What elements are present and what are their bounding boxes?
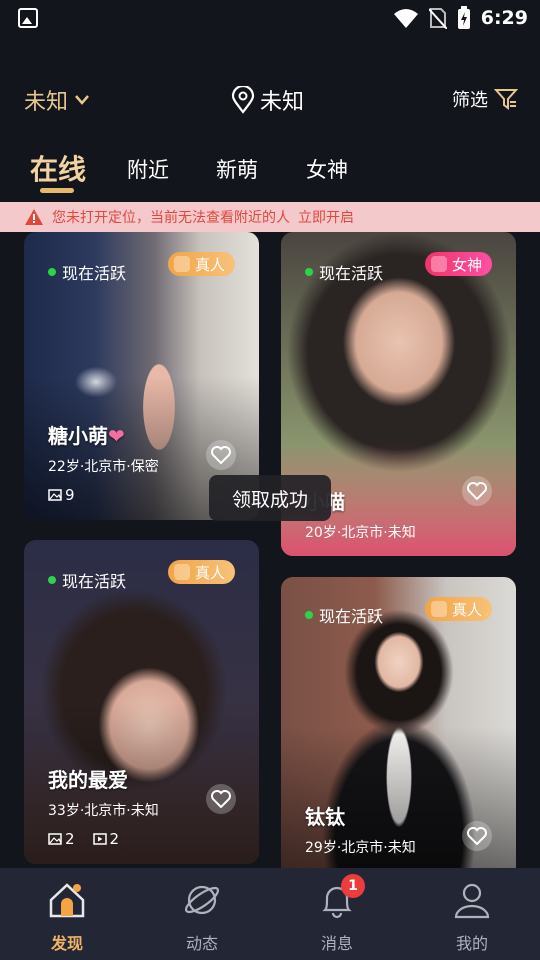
video-icon [92,833,107,845]
like-button[interactable] [206,784,236,814]
location-warning-banner[interactable]: 您未打开定位，当前无法查看附近的人 立即开启 [0,202,540,232]
wifi-icon [393,9,418,28]
online-status: 现在活跃 [48,568,126,592]
like-button[interactable] [462,821,492,851]
like-button[interactable] [206,440,236,470]
tab-goddess[interactable]: 女神 [306,154,348,184]
heart-emoji-icon: ❤ [108,424,125,448]
online-dot [305,611,313,619]
verified-badge: 真人 [167,252,235,276]
location-label: 未知 [260,90,305,115]
clock: 6:29 [480,7,528,29]
media-counts: 9 [48,486,75,504]
user-name: 钛钛 [305,805,345,829]
location-display[interactable]: 未知 [230,84,304,116]
user-info: 20岁·北京市·未知 [305,525,416,541]
video-count: 2 [92,830,119,848]
status-icons: 6:29 [393,5,528,31]
image-icon [48,489,62,501]
image-icon [48,833,62,845]
verified-badge: 真人 [167,560,235,584]
bottom-navigation: 发现 动态 1 消息 我的 [0,868,540,960]
online-dot [48,268,56,276]
unread-badge: 1 [341,874,365,898]
user-name: 我的最爱 [48,768,128,792]
planet-icon [182,880,222,920]
photo-count: 9 [48,486,75,504]
active-tab-indicator [40,188,74,193]
home-icon [47,880,87,920]
user-card[interactable]: 现在活跃 真人 我的最爱 33岁·北京市·未知 2 2 [24,540,259,864]
heart-icon [467,482,487,500]
category-tabs: 在线 附近 新萌 女神 [0,148,540,198]
heart-icon [211,446,231,464]
bell-icon: 1 [317,874,365,920]
top-bar: 未知 未知 筛选 [0,78,540,122]
tab-new[interactable]: 新萌 [216,154,258,184]
city-selector[interactable]: 未知 [24,84,90,116]
tab-online[interactable]: 在线 [30,148,86,188]
nav-discover[interactable]: 发现 [27,880,107,954]
warning-icon [25,209,43,225]
verified-badge: 真人 [424,597,492,621]
user-info: 33岁·北京市·未知 [48,803,159,819]
chevron-down-icon [75,95,89,105]
photo-count: 2 [48,830,75,848]
user-icon [452,880,492,920]
heart-icon [211,790,231,808]
enable-location-link[interactable]: 立即开启 [298,207,354,227]
badge-label: 女神 [451,255,482,274]
online-status: 现在活跃 [305,260,383,284]
user-name: 糖小萌❤ [48,424,125,448]
online-status: 现在活跃 [305,603,383,627]
like-button[interactable] [462,476,492,506]
tab-nearby[interactable]: 附近 [127,154,169,184]
badge-label: 真人 [451,600,482,619]
media-counts: 2 2 [48,830,119,848]
location-pin-icon [231,86,255,114]
filter-button[interactable]: 筛选 [452,86,518,112]
badge-label: 真人 [194,255,225,274]
user-card[interactable]: 现在活跃 真人 钛钛 29岁·北京市·未知 [281,577,516,877]
nav-profile[interactable]: 我的 [432,880,512,954]
toast-message: 领取成功 [209,475,331,521]
notification-image-icon [18,8,38,28]
nav-label: 我的 [455,934,488,953]
shield-icon [173,256,190,272]
badge-label: 真人 [194,563,225,582]
goddess-badge: 女神 [424,252,492,276]
status-label: 现在活跃 [62,264,127,283]
nav-messages[interactable]: 1 消息 [297,874,377,954]
warning-text: 您未打开定位，当前无法查看附近的人 [52,210,290,226]
online-status: 现在活跃 [48,260,126,284]
status-label: 现在活跃 [319,264,384,283]
nav-label: 发现 [50,934,83,953]
nav-label: 消息 [320,934,353,953]
nav-moments[interactable]: 动态 [162,880,242,954]
city-label: 未知 [24,90,69,115]
nav-label: 动态 [185,934,218,953]
goddess-icon [430,256,447,272]
online-dot [48,576,56,584]
heart-icon [467,827,487,845]
online-dot [305,268,313,276]
filter-label: 筛选 [452,90,488,111]
status-label: 现在活跃 [319,607,384,626]
status-bar: 6:29 [0,0,540,36]
user-info: 22岁·北京市·保密 [48,459,159,475]
shield-icon [430,601,447,617]
shield-icon [173,564,190,580]
user-info: 29岁·北京市·未知 [305,840,416,856]
status-label: 现在活跃 [62,572,127,591]
no-sim-icon [428,8,447,29]
filter-icon [494,89,518,110]
battery-charging-icon [457,6,470,29]
